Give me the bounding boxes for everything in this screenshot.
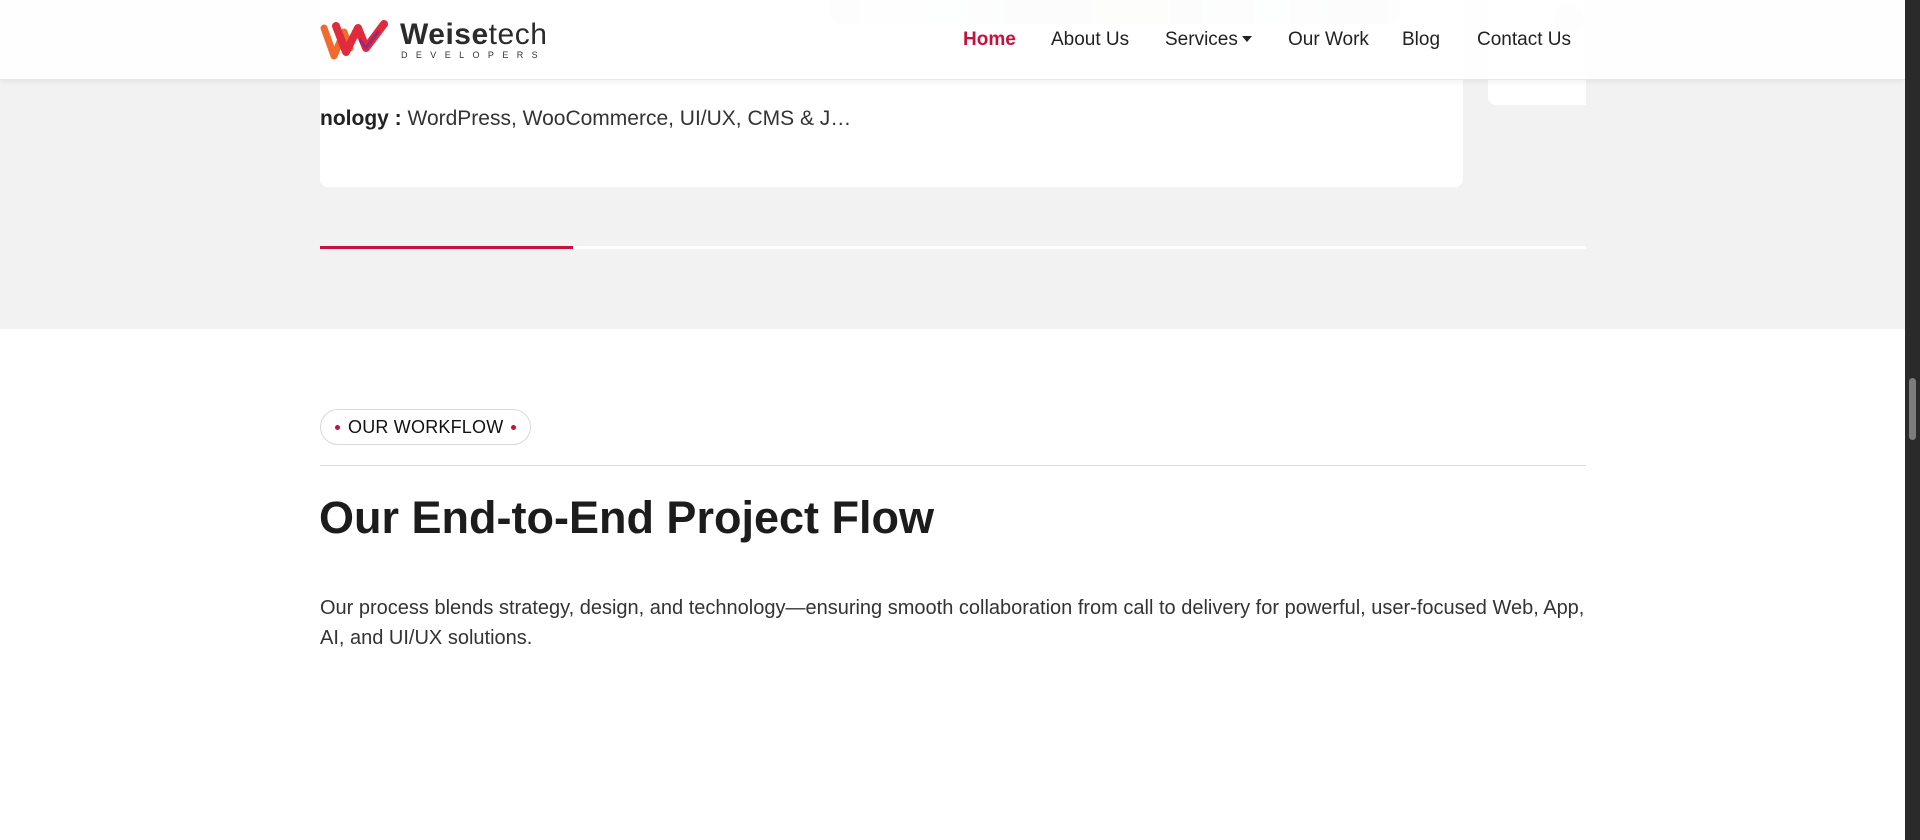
tag-dot-left — [335, 424, 340, 430]
technology-value: WordPress, WooCommerce, UI/UX, CMS & J… — [407, 107, 852, 130]
page-scrollbar[interactable] — [1905, 0, 1920, 840]
nav-home[interactable]: Home — [963, 29, 1016, 51]
workflow-tag-label: OUR WORKFLOW — [348, 416, 504, 437]
technology-label: nology : — [320, 107, 402, 130]
slider-progress-fill — [320, 246, 574, 249]
portfolio-technology: nology : WordPress, WooCommerce, UI/UX, … — [320, 107, 851, 131]
nav-about-us[interactable]: About Us — [1051, 29, 1129, 51]
site-header: Weisetech DEVELOPERS Home About Us Servi… — [0, 0, 1905, 80]
chevron-down-icon — [1241, 36, 1252, 42]
nav-services-label: Services — [1165, 29, 1238, 50]
slider-progress-track — [320, 246, 1586, 249]
nav-our-work[interactable]: Our Work — [1288, 29, 1369, 51]
workflow-tag: OUR WORKFLOW — [320, 409, 532, 445]
nav-blog[interactable]: Blog — [1402, 29, 1440, 51]
workflow-description: Our process blends strategy, design, and… — [320, 597, 1585, 649]
main-nav: Home About Us Services Our Work Blog Con… — [0, 0, 1905, 80]
tag-dot-right — [511, 424, 517, 430]
workflow-heading: Our End-to-End Project Flow — [319, 492, 934, 543]
scrollbar-thumb[interactable] — [1909, 378, 1916, 440]
nav-contact-us[interactable]: Contact Us — [1477, 29, 1571, 51]
section-divider — [320, 465, 1586, 466]
nav-services[interactable]: Services — [1165, 29, 1252, 51]
